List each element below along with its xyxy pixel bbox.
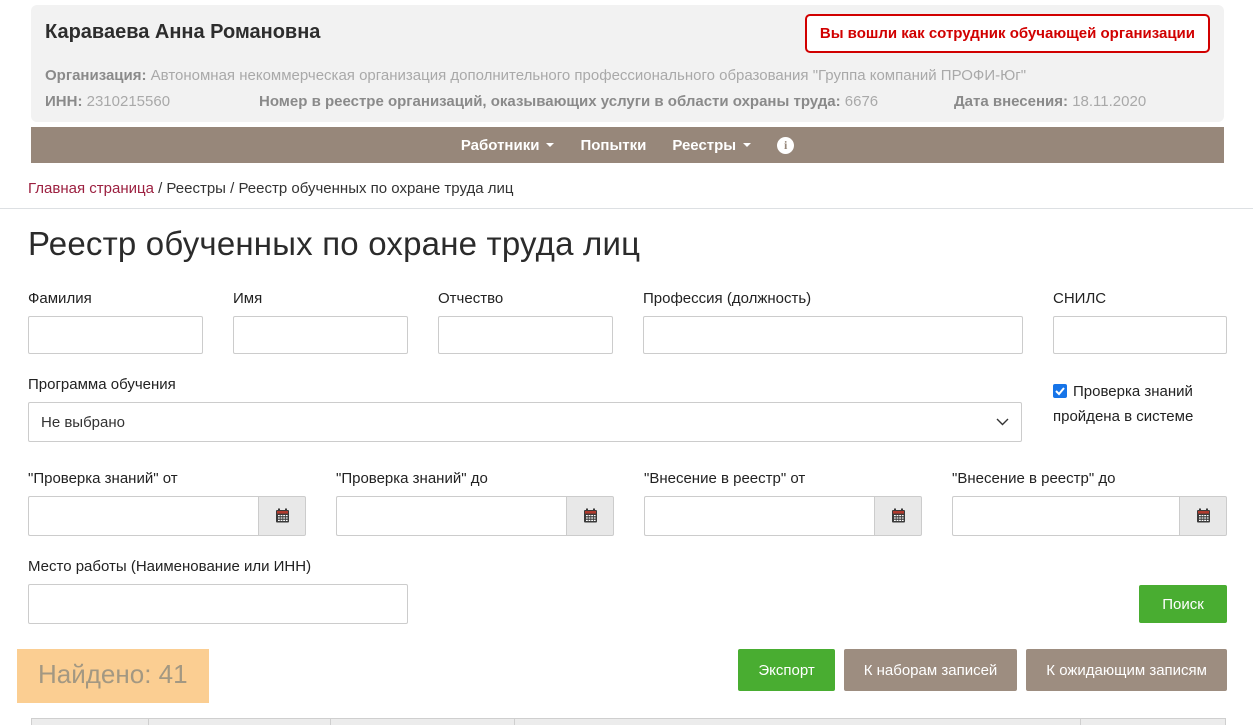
user-name: Караваева Анна Романовна: [45, 21, 320, 44]
field-program: Программа обучения Не выбрано: [28, 376, 1022, 442]
breadcrumb-trail: / Реестры / Реестр обученных по охране т…: [154, 180, 514, 197]
header-panel: Караваева Анна Романовна Вы вошли как со…: [31, 5, 1224, 122]
field-snils: СНИЛС: [1053, 290, 1227, 354]
login-role-badge: Вы вошли как сотрудник обучающей организ…: [805, 14, 1210, 53]
registry-number-label: Номер в реестре организаций, оказывающих…: [259, 93, 841, 110]
nav-item-attempts[interactable]: Попытки: [580, 137, 646, 154]
field-middlename: Отчество: [438, 290, 613, 354]
registry-number-value: 6676: [845, 93, 878, 110]
results-toolbar: Найдено: 41 Экспорт К наборам записей К …: [28, 649, 1227, 703]
check-from-group: [28, 496, 306, 536]
table-header-cell: [330, 718, 514, 725]
field-registry-to: "Внесение в реестр" до: [952, 470, 1227, 536]
registry-to-input[interactable]: [952, 496, 1179, 536]
registry-from-label: "Внесение в реестр" от: [644, 470, 922, 487]
record-sets-button[interactable]: К наборам записей: [844, 649, 1018, 691]
results-actions: Экспорт К наборам записей К ожидающим за…: [738, 649, 1227, 691]
middlename-input[interactable]: [438, 316, 613, 354]
table-header-cell: [1080, 718, 1226, 725]
chevron-down-icon: [743, 143, 751, 147]
calendar-icon[interactable]: [258, 496, 306, 536]
entry-date: Дата внесения: 18.11.2020: [954, 93, 1146, 110]
field-check-to: "Проверка знаний" до: [336, 470, 614, 536]
inn-value: 2310215560: [87, 93, 170, 110]
snils-label: СНИЛС: [1053, 290, 1227, 307]
table-header-cell: [148, 718, 330, 725]
found-count-badge: Найдено: 41: [17, 649, 209, 703]
main-navbar: Работники Попытки Реестры i: [31, 127, 1224, 163]
registry-to-group: [952, 496, 1227, 536]
info-icon[interactable]: i: [777, 137, 794, 154]
program-select-value: Не выбрано: [41, 414, 125, 431]
search-button[interactable]: Поиск: [1139, 585, 1227, 623]
export-button[interactable]: Экспорт: [738, 649, 834, 691]
firstname-input[interactable]: [233, 316, 408, 354]
divider: [0, 208, 1253, 209]
field-check-from: "Проверка знаний" от: [28, 470, 306, 536]
organization-value: Автономная некоммерческая организация до…: [151, 67, 1026, 84]
workplace-label: Место работы (Наименование или ИНН): [28, 558, 408, 575]
nav-item-workers[interactable]: Работники: [461, 137, 555, 154]
field-registry-from: "Внесение в реестр" от: [644, 470, 922, 536]
lastname-label: Фамилия: [28, 290, 203, 307]
registry-from-group: [644, 496, 922, 536]
snils-input[interactable]: [1053, 316, 1227, 354]
breadcrumb: Главная страница / Реестры / Реестр обуч…: [28, 180, 1225, 197]
lastname-input[interactable]: [28, 316, 203, 354]
nav-item-workers-label: Работники: [461, 137, 540, 154]
middlename-label: Отчество: [438, 290, 613, 307]
page-title: Реестр обученных по охране труда лиц: [28, 225, 1227, 263]
program-label: Программа обучения: [28, 376, 1022, 393]
field-workplace: Место работы (Наименование или ИНН): [28, 558, 408, 624]
check-to-group: [336, 496, 614, 536]
table-header-row: [31, 718, 1227, 725]
field-lastname: Фамилия: [28, 290, 203, 354]
filter-row-program: Программа обучения Не выбрано Проверка з…: [28, 376, 1227, 442]
firstname-label: Имя: [233, 290, 408, 307]
table-header-cell: [31, 718, 148, 725]
nav-item-registries[interactable]: Реестры: [672, 137, 751, 154]
profession-input[interactable]: [643, 316, 1023, 354]
calendar-icon[interactable]: [566, 496, 614, 536]
chevron-down-icon: [546, 143, 554, 147]
profession-label: Профессия (должность): [643, 290, 1023, 307]
entry-date-value: 18.11.2020: [1072, 93, 1146, 110]
field-firstname: Имя: [233, 290, 408, 354]
program-select[interactable]: Не выбрано: [28, 402, 1022, 442]
check-to-label: "Проверка знаний" до: [336, 470, 614, 487]
registry-info-line: ИНН: 2310215560 Номер в реестре организа…: [45, 93, 1205, 110]
knowledge-check-label: Проверка знаний пройдена в системе: [1053, 383, 1193, 425]
check-from-input[interactable]: [28, 496, 258, 536]
nav-item-registries-label: Реестры: [672, 137, 736, 154]
chevron-down-icon: [996, 418, 1009, 426]
inn-label: ИНН:: [45, 93, 82, 110]
main-content: Реестр обученных по охране труда лиц Фам…: [28, 225, 1227, 703]
results-table-header-cutoff: [31, 718, 1227, 725]
filter-row-names: Фамилия Имя Отчество Профессия (должност…: [28, 290, 1227, 354]
breadcrumb-home-link[interactable]: Главная страница: [28, 180, 154, 197]
check-to-input[interactable]: [336, 496, 566, 536]
found-count: 41: [159, 659, 188, 689]
calendar-icon[interactable]: [874, 496, 922, 536]
registry-to-label: "Внесение в реестр" до: [952, 470, 1227, 487]
table-header-cell: [514, 718, 1080, 725]
calendar-icon[interactable]: [1179, 496, 1227, 536]
organization-label: Организация:: [45, 67, 147, 84]
inn: ИНН: 2310215560: [45, 93, 170, 110]
registry-from-input[interactable]: [644, 496, 874, 536]
filter-row-dates: "Проверка знаний" от "Проверка знаний" д…: [28, 470, 1227, 536]
checkbox-checked-icon: [1053, 384, 1067, 398]
organization-line: Организация: Автономная некоммерческая о…: [45, 67, 1026, 84]
pending-records-button[interactable]: К ожидающим записям: [1026, 649, 1227, 691]
registry-number: Номер в реестре организаций, оказывающих…: [259, 93, 878, 110]
entry-date-label: Дата внесения:: [954, 93, 1068, 110]
filter-row-workplace: Место работы (Наименование или ИНН) Поис…: [28, 558, 1227, 624]
nav-item-attempts-label: Попытки: [580, 137, 646, 154]
workplace-input[interactable]: [28, 584, 408, 624]
knowledge-check-checkbox[interactable]: Проверка знаний пройдена в системе: [1053, 376, 1227, 429]
field-profession: Профессия (должность): [643, 290, 1023, 354]
check-from-label: "Проверка знаний" от: [28, 470, 306, 487]
found-label: Найдено:: [38, 659, 151, 689]
field-knowledge-check: Проверка знаний пройдена в системе: [1053, 376, 1227, 442]
